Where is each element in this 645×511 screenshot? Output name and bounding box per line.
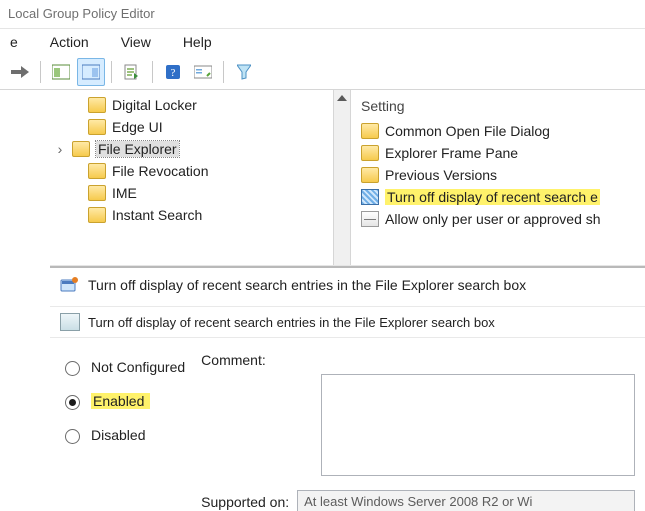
policy-icon — [361, 211, 379, 227]
list-item-turn-off-recent-search[interactable]: Turn off display of recent search e — [361, 186, 635, 208]
comment-textarea[interactable] — [321, 374, 635, 476]
dialog-title-row: Turn off display of recent search entrie… — [50, 268, 645, 302]
dialog-title: Turn off display of recent search entrie… — [88, 277, 526, 293]
separator — [40, 61, 41, 83]
supported-on-field: At least Windows Server 2008 R2 or Wi — [297, 490, 635, 511]
list-item-label: Allow only per user or approved sh — [385, 211, 601, 227]
tree-item-file-explorer[interactable]: › File Explorer — [0, 138, 350, 160]
folder-icon — [88, 119, 106, 135]
radio-input-disabled[interactable] — [65, 429, 80, 444]
comment-label: Comment: — [201, 352, 635, 368]
list-item-label: Turn off display of recent search e — [385, 189, 600, 205]
tree-item-edge-ui[interactable]: Edge UI — [0, 116, 350, 138]
policy-icon — [361, 189, 379, 205]
list-column-header[interactable]: Setting — [361, 96, 635, 120]
list-item-common-open-file-dialog[interactable]: Common Open File Dialog — [361, 120, 635, 142]
radio-label: Not Configured — [91, 359, 185, 375]
list-item-label: Explorer Frame Pane — [385, 145, 518, 161]
window-title: Local Group Policy Editor — [0, 0, 645, 29]
help-button[interactable]: ? — [159, 58, 187, 86]
dialog-subtitle-row: Turn off display of recent search entrie… — [50, 306, 645, 338]
list-item-allow-only-per-user[interactable]: Allow only per user or approved sh — [361, 208, 635, 230]
scroll-up-icon[interactable] — [334, 90, 350, 106]
tree-item-ime[interactable]: IME — [0, 182, 350, 204]
folder-icon — [72, 141, 90, 157]
list-item-label: Previous Versions — [385, 167, 497, 183]
folder-icon — [88, 97, 106, 113]
tree-item-digital-locker[interactable]: Digital Locker — [0, 94, 350, 116]
policy-properties-dialog: Turn off display of recent search entrie… — [50, 266, 645, 511]
state-radio-group: Not Configured Enabled Disabled — [60, 352, 185, 511]
menu-file[interactable]: e — [6, 32, 22, 52]
radio-input-enabled[interactable] — [65, 395, 80, 410]
funnel-icon — [237, 64, 251, 80]
folder-icon — [88, 185, 106, 201]
folder-icon — [361, 145, 379, 161]
supported-on-label: Supported on: — [201, 494, 289, 510]
menu-bar: e Action View Help — [0, 29, 645, 55]
properties-icon — [194, 64, 212, 80]
tree-item-label: Edge UI — [112, 119, 163, 135]
tree-item-label: Digital Locker — [112, 97, 197, 113]
svg-text:?: ? — [171, 67, 176, 79]
properties-button[interactable] — [189, 58, 217, 86]
folder-icon — [88, 207, 106, 223]
list-item-explorer-frame-pane[interactable]: Explorer Frame Pane — [361, 142, 635, 164]
show-hide-tree-button[interactable] — [47, 58, 75, 86]
filter-button[interactable] — [230, 58, 258, 86]
radio-label: Enabled — [91, 393, 150, 409]
settings-icon — [60, 313, 80, 331]
tree-item-label: File Revocation — [112, 163, 209, 179]
menu-help[interactable]: Help — [179, 32, 216, 52]
toolbar: ? — [0, 55, 645, 90]
radio-not-configured[interactable]: Not Configured — [60, 358, 185, 376]
menu-view[interactable]: View — [117, 32, 155, 52]
panel-action-icon — [82, 64, 100, 80]
tree-item-label: IME — [112, 185, 137, 201]
folder-icon — [88, 163, 106, 179]
show-hide-action-pane-button[interactable] — [77, 58, 105, 86]
forward-button[interactable] — [6, 58, 34, 86]
tree-item-label: File Explorer — [96, 141, 179, 157]
forward-arrow-icon — [11, 65, 29, 79]
panel-tree-icon — [52, 64, 70, 80]
radio-enabled[interactable]: Enabled — [60, 392, 185, 410]
expander-icon[interactable]: › — [54, 141, 66, 157]
export-list-icon — [124, 64, 140, 80]
tree-item-instant-search[interactable]: Instant Search — [0, 204, 350, 226]
dialog-subtitle: Turn off display of recent search entrie… — [88, 315, 495, 330]
folder-icon — [361, 123, 379, 139]
radio-input-not-configured[interactable] — [65, 361, 80, 376]
policy-dialog-icon — [60, 276, 80, 294]
separator — [223, 61, 224, 83]
menu-action[interactable]: Action — [46, 32, 93, 52]
tree-item-label: Instant Search — [112, 207, 202, 223]
list-item-label: Common Open File Dialog — [385, 123, 550, 139]
radio-label: Disabled — [91, 427, 145, 443]
folder-icon — [361, 167, 379, 183]
tree-item-file-revocation[interactable]: File Revocation — [0, 160, 350, 182]
separator — [152, 61, 153, 83]
radio-disabled[interactable]: Disabled — [60, 426, 185, 444]
list-item-previous-versions[interactable]: Previous Versions — [361, 164, 635, 186]
separator — [111, 61, 112, 83]
export-list-button[interactable] — [118, 58, 146, 86]
help-icon: ? — [165, 64, 181, 80]
